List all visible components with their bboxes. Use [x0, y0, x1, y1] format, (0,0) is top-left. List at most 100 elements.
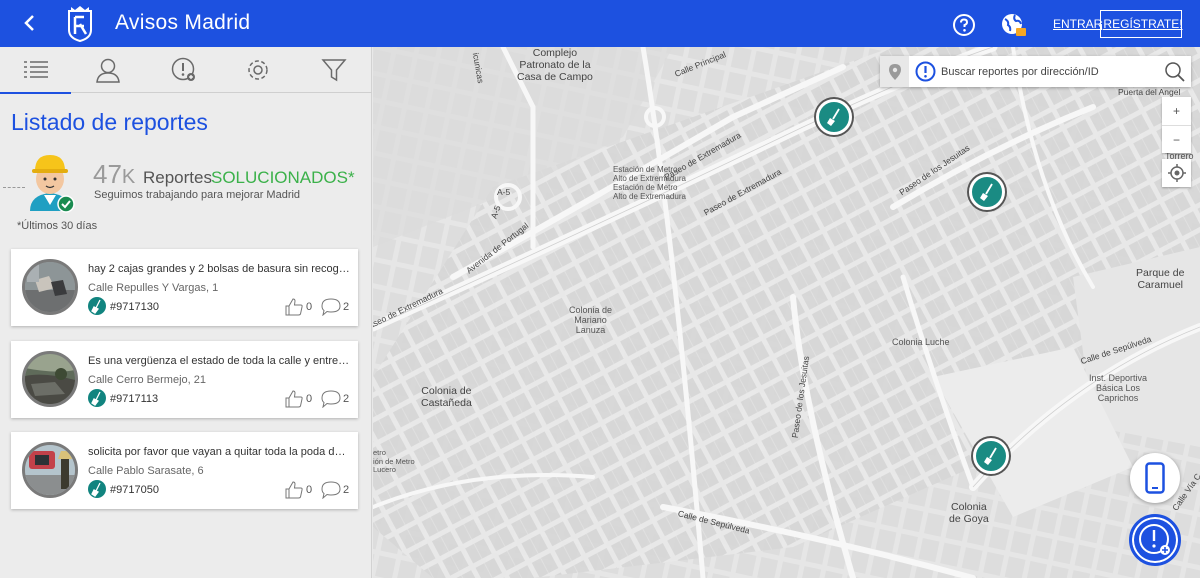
tab-filter[interactable] [298, 47, 370, 93]
report-card[interactable]: Es una vergüenza el estado de toda la ca… [11, 341, 358, 418]
report-thumbnail [22, 259, 78, 315]
report-photo-icon [25, 354, 75, 404]
map-marker-report[interactable] [973, 438, 1009, 474]
label-line: Inst. Deportiva Básica Los Caprichos [1089, 373, 1148, 403]
report-address: Calle Cerro Bermejo, 21 [88, 374, 206, 386]
tab-list[interactable] [0, 47, 72, 94]
report-alert-icon[interactable] [915, 61, 936, 82]
map-label-colonia-goya: Colonia de Goya [949, 501, 989, 525]
report-id: #9717050 [110, 484, 159, 496]
smartphone-icon [1145, 462, 1165, 494]
chevron-left-icon [24, 15, 34, 31]
map-search-bar [880, 56, 1191, 87]
stats-number: 47 [93, 159, 122, 189]
tab-user[interactable] [72, 47, 144, 93]
list-icon [24, 61, 48, 78]
like-count: 0 [306, 484, 313, 496]
stats-reports-label: Reportes [143, 168, 212, 187]
like-count: 0 [306, 393, 313, 405]
map-label-colonia-luche: Colonia Luche [892, 337, 950, 347]
zoom-out-button[interactable]: − [1162, 125, 1191, 153]
status-broom-icon [88, 297, 106, 315]
report-title: solicita por favor que vayan a quitar to… [88, 446, 350, 458]
label-line: Parque de Caramuel [1136, 267, 1185, 291]
list-title: Listado de reportes [11, 109, 208, 135]
report-title: hay 2 cajas grandes y 2 bolsas de basura… [88, 263, 350, 275]
comment-icon[interactable] [321, 481, 341, 499]
status-broom-icon [88, 480, 106, 498]
label-line: Complejo Patronato de la Casa de Campo [517, 47, 593, 83]
comment-count: 2 [343, 301, 350, 313]
tab-my-reports[interactable] [148, 47, 220, 93]
report-id: #9717130 [110, 301, 159, 313]
gear-icon [248, 60, 268, 80]
user-icon [96, 58, 120, 83]
help-icon[interactable] [952, 13, 976, 37]
stats-note: *Últimos 30 días [17, 220, 98, 232]
search-icon[interactable] [1164, 61, 1186, 83]
crosshair-icon [1167, 164, 1186, 182]
comment-icon[interactable] [321, 390, 341, 408]
tab-settings[interactable] [222, 47, 294, 93]
map-label-parque-caramuel: Parque de Caramuel [1136, 267, 1184, 291]
like-icon[interactable] [285, 298, 303, 316]
report-card[interactable]: hay 2 cajas grandes y 2 bolsas de basura… [11, 249, 358, 326]
new-report-button[interactable] [1129, 514, 1181, 566]
zoom-in-button[interactable]: + [1162, 97, 1191, 125]
map-marker-report[interactable] [816, 99, 852, 135]
map-label-puerta-angel: Puerta del Angel [1118, 87, 1181, 97]
login-link[interactable]: ENTRAR [1053, 17, 1102, 31]
app-title: Avisos Madrid [115, 11, 251, 34]
location-pin-icon [888, 63, 901, 80]
map-label-inst-deportiva: Inst. Deportiva Básica Los Caprichos [1089, 373, 1147, 403]
comment-icon[interactable] [321, 298, 341, 316]
like-count: 0 [306, 301, 313, 313]
top-bar: Avisos Madrid ENTRAR ¡REGÍSTRATE! [0, 0, 1200, 47]
report-id: #9717113 [110, 393, 159, 405]
comment-count: 2 [343, 393, 350, 405]
like-icon[interactable] [285, 390, 303, 408]
sidebar: Listado de reportes 47K Reportes SOLUCIO… [0, 47, 372, 578]
worker-avatar-icon [30, 155, 75, 213]
like-icon[interactable] [285, 481, 303, 499]
report-card[interactable]: solicita por favor que vayan a quitar to… [11, 432, 358, 509]
label-line: Estación de Metro Alto de Extremadura Es… [613, 165, 686, 201]
back-button[interactable] [18, 11, 42, 35]
report-address: Calle Pablo Sarasate, 6 [88, 465, 204, 477]
madrid-logo[interactable] [66, 6, 94, 42]
report-photo-icon [25, 262, 75, 312]
stats-count: 47K [93, 159, 135, 190]
label-line: Colonia de Goya [949, 501, 989, 525]
report-thumbnail [22, 351, 78, 407]
broom-icon [827, 108, 840, 126]
report-photo-icon [25, 445, 75, 495]
filter-icon [321, 59, 347, 82]
zoom-controls: + − [1162, 97, 1191, 153]
broom-icon [984, 447, 997, 465]
register-button[interactable]: ¡REGÍSTRATE! [1099, 10, 1183, 38]
map-label-metro-alto: Estación de Metro Alto de Extremadura Es… [613, 165, 686, 201]
locate-me-button[interactable] [1162, 159, 1191, 187]
report-title: Es una vergüenza el estado de toda la ca… [88, 355, 350, 367]
broom-icon [980, 183, 993, 201]
map-marker-report[interactable] [969, 174, 1005, 210]
label-line: Colonia de Mariano Lanuza [569, 305, 613, 335]
language-globe-icon[interactable] [1001, 12, 1027, 38]
map-label-colonia-mariano: Colonia de Mariano Lanuza [569, 305, 612, 335]
stats-unit: K [121, 166, 136, 188]
comment-count: 2 [343, 484, 350, 496]
new-report-alert-icon [1139, 524, 1170, 555]
location-pin-button[interactable] [880, 56, 909, 87]
sidebar-tabs [0, 47, 372, 94]
report-search-input[interactable] [941, 56, 1161, 87]
label-line: Colonia de Castañeda [421, 385, 472, 409]
stats-subtitle: Seguimos trabajando para mejorar Madrid [94, 189, 301, 201]
mobile-app-button[interactable] [1130, 453, 1180, 503]
label-line: etro ión de Metro Lucero [373, 448, 415, 474]
map-label-metro-lucero: etro ión de Metro Lucero [373, 448, 415, 475]
status-broom-icon [88, 389, 106, 407]
map-label-complejo: Complejo Patronato de la Casa de Campo [517, 47, 593, 83]
map-label-colonia-castaneda: Colonia de Castañeda [421, 385, 472, 409]
map-label-a5: A-5 [497, 187, 511, 197]
map-view[interactable]: Complejo Patronato de la Casa de Campo C… [373, 47, 1200, 578]
